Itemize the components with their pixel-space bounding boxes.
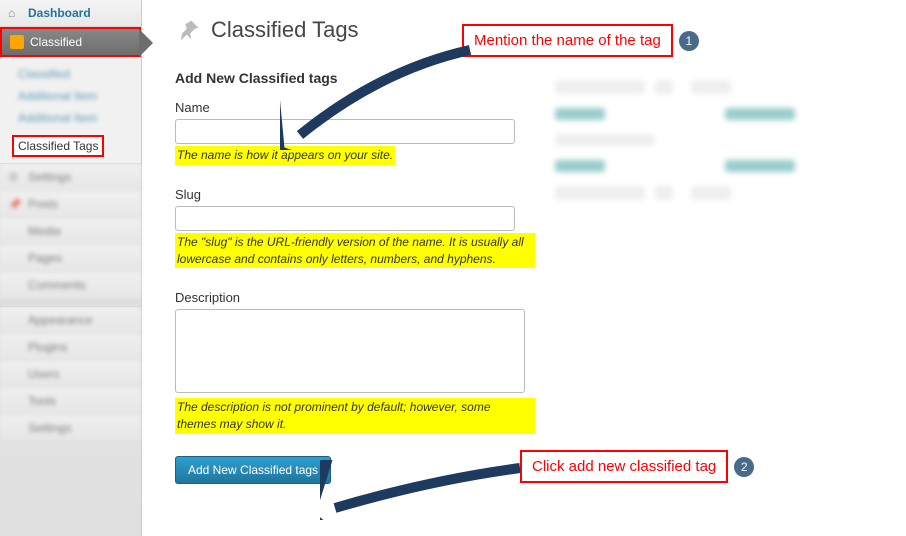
gear-icon	[8, 170, 22, 184]
slug-field-block: Slug The "slug" is the URL-friendly vers…	[175, 187, 535, 269]
callout-1-badge: 1	[679, 31, 699, 51]
tools-icon	[8, 394, 22, 408]
add-tag-form: Add New Classified tags Name The name is…	[175, 70, 535, 484]
admin-sidebar: Dashboard Classified Classified Addition…	[0, 0, 142, 536]
home-icon	[8, 6, 22, 20]
sidebar-subitem[interactable]: Additional Item	[12, 85, 141, 107]
sidebar-item-appearance[interactable]: Appearance	[0, 307, 141, 334]
pin-icon	[8, 197, 22, 211]
users-icon	[8, 367, 22, 381]
sidebar-item-settings2[interactable]: Settings	[0, 415, 141, 442]
sidebar-item-tools[interactable]: Tools	[0, 388, 141, 415]
sidebar-item-comments[interactable]: Comments	[0, 272, 141, 299]
sidebar-label: Dashboard	[28, 6, 91, 20]
name-label: Name	[175, 100, 535, 115]
callout-1-text: Mention the name of the tag	[474, 32, 661, 49]
slug-label: Slug	[175, 187, 535, 202]
sidebar-item-media[interactable]: Media	[0, 218, 141, 245]
sidebar-subitem[interactable]: Additional Item	[12, 107, 141, 129]
description-textarea[interactable]	[175, 309, 525, 393]
plugins-icon	[8, 340, 22, 354]
sidebar-submenu: Classified Additional Item Additional It…	[0, 57, 141, 164]
description-label: Description	[175, 290, 535, 305]
media-icon	[8, 224, 22, 238]
tag-table-blurred	[555, 80, 885, 214]
name-input[interactable]	[175, 119, 515, 144]
callout-2: Click add new classified tag 2	[520, 450, 728, 483]
sidebar-label: Classified	[30, 35, 82, 49]
settings-icon	[8, 421, 22, 435]
add-new-classified-tags-button[interactable]: Add New Classified tags	[175, 456, 331, 484]
classified-icon	[10, 35, 24, 49]
sidebar-item-users[interactable]: Users	[0, 361, 141, 388]
name-field-block: Name The name is how it appears on your …	[175, 100, 535, 165]
appearance-icon	[8, 313, 22, 327]
pages-icon	[8, 251, 22, 265]
description-help-text: The description is not prominent by defa…	[175, 398, 535, 434]
callout-2-text: Click add new classified tag	[532, 458, 716, 475]
sidebar-subitem[interactable]: Classified	[12, 63, 141, 85]
description-field-block: Description The description is not promi…	[175, 290, 535, 434]
comments-icon	[8, 278, 22, 292]
sidebar-item-classified[interactable]: Classified	[0, 27, 141, 57]
callout-1: Mention the name of the tag 1	[462, 24, 673, 57]
sidebar-subitem-classified-tags[interactable]: Classified Tags	[12, 135, 104, 157]
name-help-text: The name is how it appears on your site.	[175, 146, 395, 165]
page-title-text: Classified Tags	[211, 17, 359, 43]
sidebar-item-pages[interactable]: Pages	[0, 245, 141, 272]
slug-input[interactable]	[175, 206, 515, 231]
sidebar-item-dashboard[interactable]: Dashboard	[0, 0, 141, 27]
pushpin-icon	[175, 16, 203, 44]
sidebar-item-settings[interactable]: Settings	[0, 164, 141, 191]
sidebar-item-posts[interactable]: Posts	[0, 191, 141, 218]
form-heading: Add New Classified tags	[175, 70, 535, 86]
slug-help-text: The "slug" is the URL-friendly version o…	[175, 233, 535, 269]
sidebar-item-plugins[interactable]: Plugins	[0, 334, 141, 361]
callout-2-badge: 2	[734, 457, 754, 477]
